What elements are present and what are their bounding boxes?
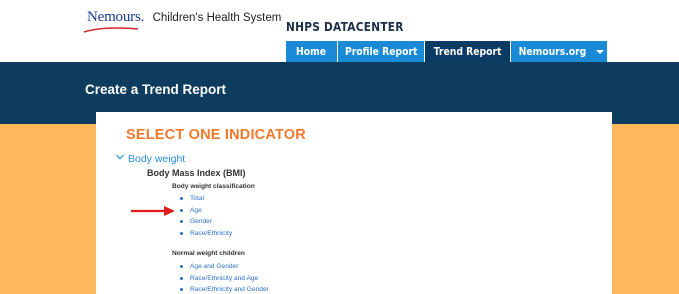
logo-brand-dot: . bbox=[140, 9, 145, 25]
category-label: Body weight bbox=[128, 153, 186, 165]
nav-tab-home-label: Home bbox=[296, 45, 327, 58]
indicator-link-label: Age bbox=[190, 206, 202, 214]
nav-tab-nemours-label: Nemours.org bbox=[518, 45, 587, 58]
indicator-card: SELECT ONE INDICATOR Body weight Body Ma… bbox=[96, 112, 612, 294]
indicator-link-total[interactable]: Total bbox=[180, 193, 232, 205]
indicator-link-label: Race/Ethnicity and Age bbox=[190, 274, 259, 282]
nav-tab-nemours-org[interactable]: Nemours.org bbox=[511, 41, 607, 62]
logo-swoosh-icon bbox=[83, 27, 139, 33]
indicator-link-gender[interactable]: Gender bbox=[180, 216, 232, 228]
bullet-icon bbox=[180, 276, 183, 280]
indicator-link-label: Race/Ethnicity bbox=[190, 229, 233, 237]
bullet-icon bbox=[180, 208, 183, 212]
chevron-down-icon bbox=[116, 154, 124, 160]
nav-tab-profile-label: Profile Report bbox=[344, 45, 418, 58]
indicator-link-race-ethnicity[interactable]: Race/Ethnicity bbox=[180, 228, 232, 240]
measure-title: Body Mass Index (BMI) bbox=[147, 168, 246, 178]
bullet-icon bbox=[180, 220, 183, 224]
indicator-link-label: Total bbox=[190, 195, 204, 203]
indicator-link-label: Age and Gender bbox=[190, 263, 239, 271]
logo-brand-text: Nemours bbox=[87, 9, 141, 25]
bullet-icon bbox=[180, 265, 183, 269]
indicator-link-race-ethnicity-and-age[interactable]: Race/Ethnicity and Age bbox=[180, 273, 269, 285]
bullet-icon bbox=[180, 288, 183, 292]
page-title: Create a Trend Report bbox=[85, 82, 227, 97]
dropdown-caret-icon bbox=[595, 49, 604, 54]
indicator-list-classification: Total Age Gender Race/Ethnicity bbox=[180, 193, 232, 239]
indicator-link-race-ethnicity-and-gender[interactable]: Race/Ethnicity and Gender bbox=[180, 284, 269, 294]
nav-tab-profile-report[interactable]: Profile Report bbox=[338, 41, 425, 62]
nemours-logo[interactable]: Nemours. Children's Health System bbox=[83, 8, 282, 33]
indicator-link-label: Gender bbox=[190, 218, 212, 226]
logo-tagline: Children's Health System bbox=[152, 12, 282, 24]
indicator-link-age-and-gender[interactable]: Age and Gender bbox=[180, 261, 269, 273]
nav-tab-trend-report[interactable]: Trend Report bbox=[425, 41, 511, 62]
red-arrow-icon bbox=[131, 206, 175, 216]
indicator-link-age[interactable]: Age bbox=[180, 205, 232, 217]
nav-tab-home[interactable]: Home bbox=[286, 41, 338, 62]
bullet-icon bbox=[180, 197, 183, 201]
subgroup-label-classification: Body weight classification bbox=[172, 183, 255, 190]
indicator-link-label: Race/Ethnicity and Gender bbox=[190, 286, 269, 294]
subgroup-label-normal-weight: Normal weight children bbox=[172, 250, 245, 257]
main-nav: Home Profile Report Trend Report Nemours… bbox=[286, 41, 607, 62]
bullet-icon bbox=[180, 231, 183, 235]
indicator-heading: SELECT ONE INDICATOR bbox=[126, 127, 306, 143]
nav-tab-trend-label: Trend Report bbox=[433, 45, 502, 58]
indicator-list-normal-weight: Age and Gender Race/Ethnicity and Age Ra… bbox=[180, 261, 269, 294]
category-body-weight[interactable]: Body weight bbox=[116, 153, 185, 165]
datacenter-title: NHPS DATACENTER bbox=[286, 20, 404, 34]
